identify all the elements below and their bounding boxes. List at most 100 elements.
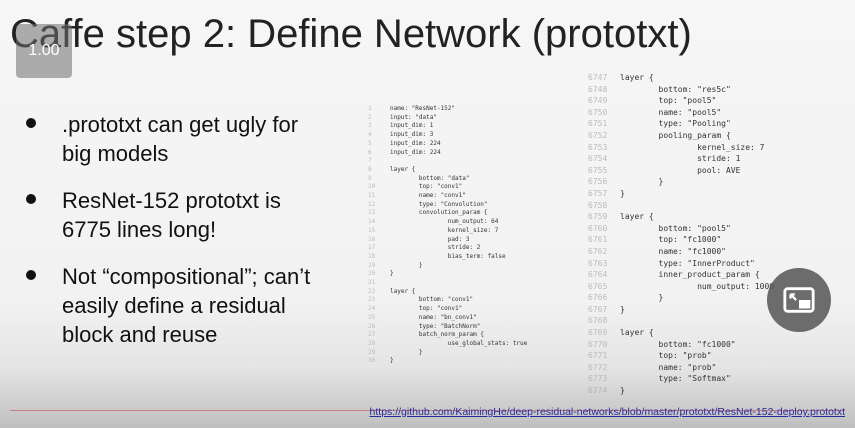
code-text: } (620, 293, 664, 303)
code-text: } (390, 357, 394, 365)
code-line: 5 input_dim: 224 (368, 140, 548, 149)
code-text: input_dim: 224 (390, 148, 441, 156)
code-text: name: "conv1" (390, 192, 466, 200)
picture-in-picture-button[interactable] (767, 268, 831, 332)
code-line: 11 name: "conv1" (368, 192, 548, 201)
line-number: 27 (368, 331, 376, 339)
code-line: 16 pad: 3 (368, 236, 548, 245)
code-line: 6749 top: "pool5" (588, 95, 788, 107)
code-text: layer { (390, 287, 416, 295)
line-number: 17 (368, 244, 376, 252)
code-text: bottom: "res5c" (620, 84, 731, 94)
code-line: 6767} (588, 304, 788, 316)
line-number: 10 (368, 183, 376, 191)
line-number: 26 (368, 322, 376, 330)
line-number: 8 (368, 165, 372, 173)
bullet-list: .prototxt can get ugly for big models ResN… (22, 110, 352, 367)
code-line: 6759 layer { (588, 211, 788, 223)
code-text: name: "bn_conv1" (390, 313, 477, 321)
line-number: 6752 (588, 130, 608, 140)
code-line: 6750 name: "pool5" (588, 107, 788, 119)
picture-in-picture-icon (783, 287, 815, 313)
code-text: type: "BatchNorm" (390, 322, 481, 330)
code-text: type: "Pooling" (620, 119, 731, 129)
line-number: 9 (368, 174, 372, 182)
code-text: layer { (620, 73, 654, 82)
code-text: type: "InnerProduct" (620, 258, 755, 268)
source-link[interactable]: https://github.com/KaimingHe/deep-residu… (370, 406, 845, 418)
code-line: 10 top: "conv1" (368, 183, 548, 192)
code-text: layer { (620, 328, 654, 338)
bullet-text-line: .prototxt can get ugly for (62, 112, 299, 137)
line-number: 23 (368, 296, 376, 304)
line-number: 12 (368, 200, 376, 208)
bullet-item: .prototxt can get ugly for big models (22, 110, 352, 168)
line-number: 18 (368, 252, 376, 260)
code-line: 1 name: "ResNet-152" (368, 105, 548, 114)
line-number: 5 (368, 139, 372, 147)
line-number: 29 (368, 348, 376, 356)
code-text: pooling_param { (620, 130, 731, 140)
code-line: 15 kernel_size: 7 (368, 227, 548, 236)
code-text: stride: 1 (620, 154, 741, 164)
code-line: 21 (368, 279, 548, 288)
code-text: type: "Convolution" (390, 200, 488, 208)
code-line: 6751 type: "Pooling" (588, 118, 788, 130)
line-number: 6750 (588, 107, 608, 117)
code-line: 19 } (368, 262, 548, 271)
bullet-text-line: 6775 lines long! (62, 217, 217, 242)
code-line: 6756 } (588, 176, 788, 188)
code-text: name: "pool5" (620, 107, 722, 117)
code-text: kernel_size: 7 (620, 142, 765, 152)
code-line: 3 input_dim: 1 (368, 122, 548, 131)
line-number: 6751 (588, 119, 608, 129)
code-text: name: "ResNet-152" (390, 105, 456, 112)
bullet-item: ResNet-152 prototxt is 6775 lines long! (22, 186, 352, 244)
code-line: 6747 layer { (588, 72, 788, 84)
code-line: 22 layer { (368, 288, 548, 297)
line-number: 6760 (588, 223, 608, 233)
line-number: 6753 (588, 142, 608, 152)
code-text: kernel_size: 7 (390, 226, 499, 234)
line-number: 16 (368, 235, 376, 243)
video-controls-shade (0, 368, 855, 428)
line-number: 6755 (588, 165, 608, 175)
line-number: 6759 (588, 212, 608, 222)
code-line: 4 input_dim: 3 (368, 131, 548, 140)
bullet-dot-icon (26, 194, 36, 204)
code-text: layer { (390, 165, 416, 173)
line-number: 6764 (588, 270, 608, 280)
code-line: 24 top: "conv1" (368, 305, 548, 314)
code-text: top: "conv1" (390, 183, 463, 191)
code-text: bottom: "conv1" (390, 296, 474, 304)
code-line: 25 name: "bn_conv1" (368, 314, 548, 323)
code-line: 6760 bottom: "pool5" (588, 223, 788, 235)
code-text: input_dim: 224 (390, 139, 441, 147)
code-line: 6757} (588, 188, 788, 200)
code-text: bottom: "fc1000" (620, 339, 736, 349)
bullet-text-line: block and reuse (62, 322, 218, 347)
code-text: } (620, 304, 625, 314)
line-number: 6761 (588, 235, 608, 245)
line-number: 6754 (588, 154, 608, 164)
line-number: 6766 (588, 293, 608, 303)
line-number: 22 (368, 287, 376, 295)
code-line: 7 (368, 157, 548, 166)
line-number: 6749 (588, 96, 608, 106)
code-text: bottom: "pool5" (620, 223, 731, 233)
code-line: 20} (368, 270, 548, 279)
code-line: 14 num_output: 64 (368, 218, 548, 227)
line-number: 24 (368, 305, 376, 313)
playback-speed-badge[interactable]: 1.00 (16, 24, 72, 78)
code-text: top: "prob" (620, 351, 712, 361)
code-text: batch_norm_param { (390, 331, 484, 339)
code-text: convolution_param { (390, 209, 488, 217)
code-line: 29 } (368, 349, 548, 358)
code-line: 18 bias_term: false (368, 253, 548, 262)
bullet-item: Not “compositional”; can’t easily define … (22, 262, 352, 349)
code-text: num_output: 1000 (620, 281, 775, 291)
code-line: 6765 num_output: 1000 (588, 281, 788, 293)
code-line: 6766 } (588, 292, 788, 304)
code-line: 6770 bottom: "fc1000" (588, 339, 788, 351)
line-number: 19 (368, 261, 376, 269)
